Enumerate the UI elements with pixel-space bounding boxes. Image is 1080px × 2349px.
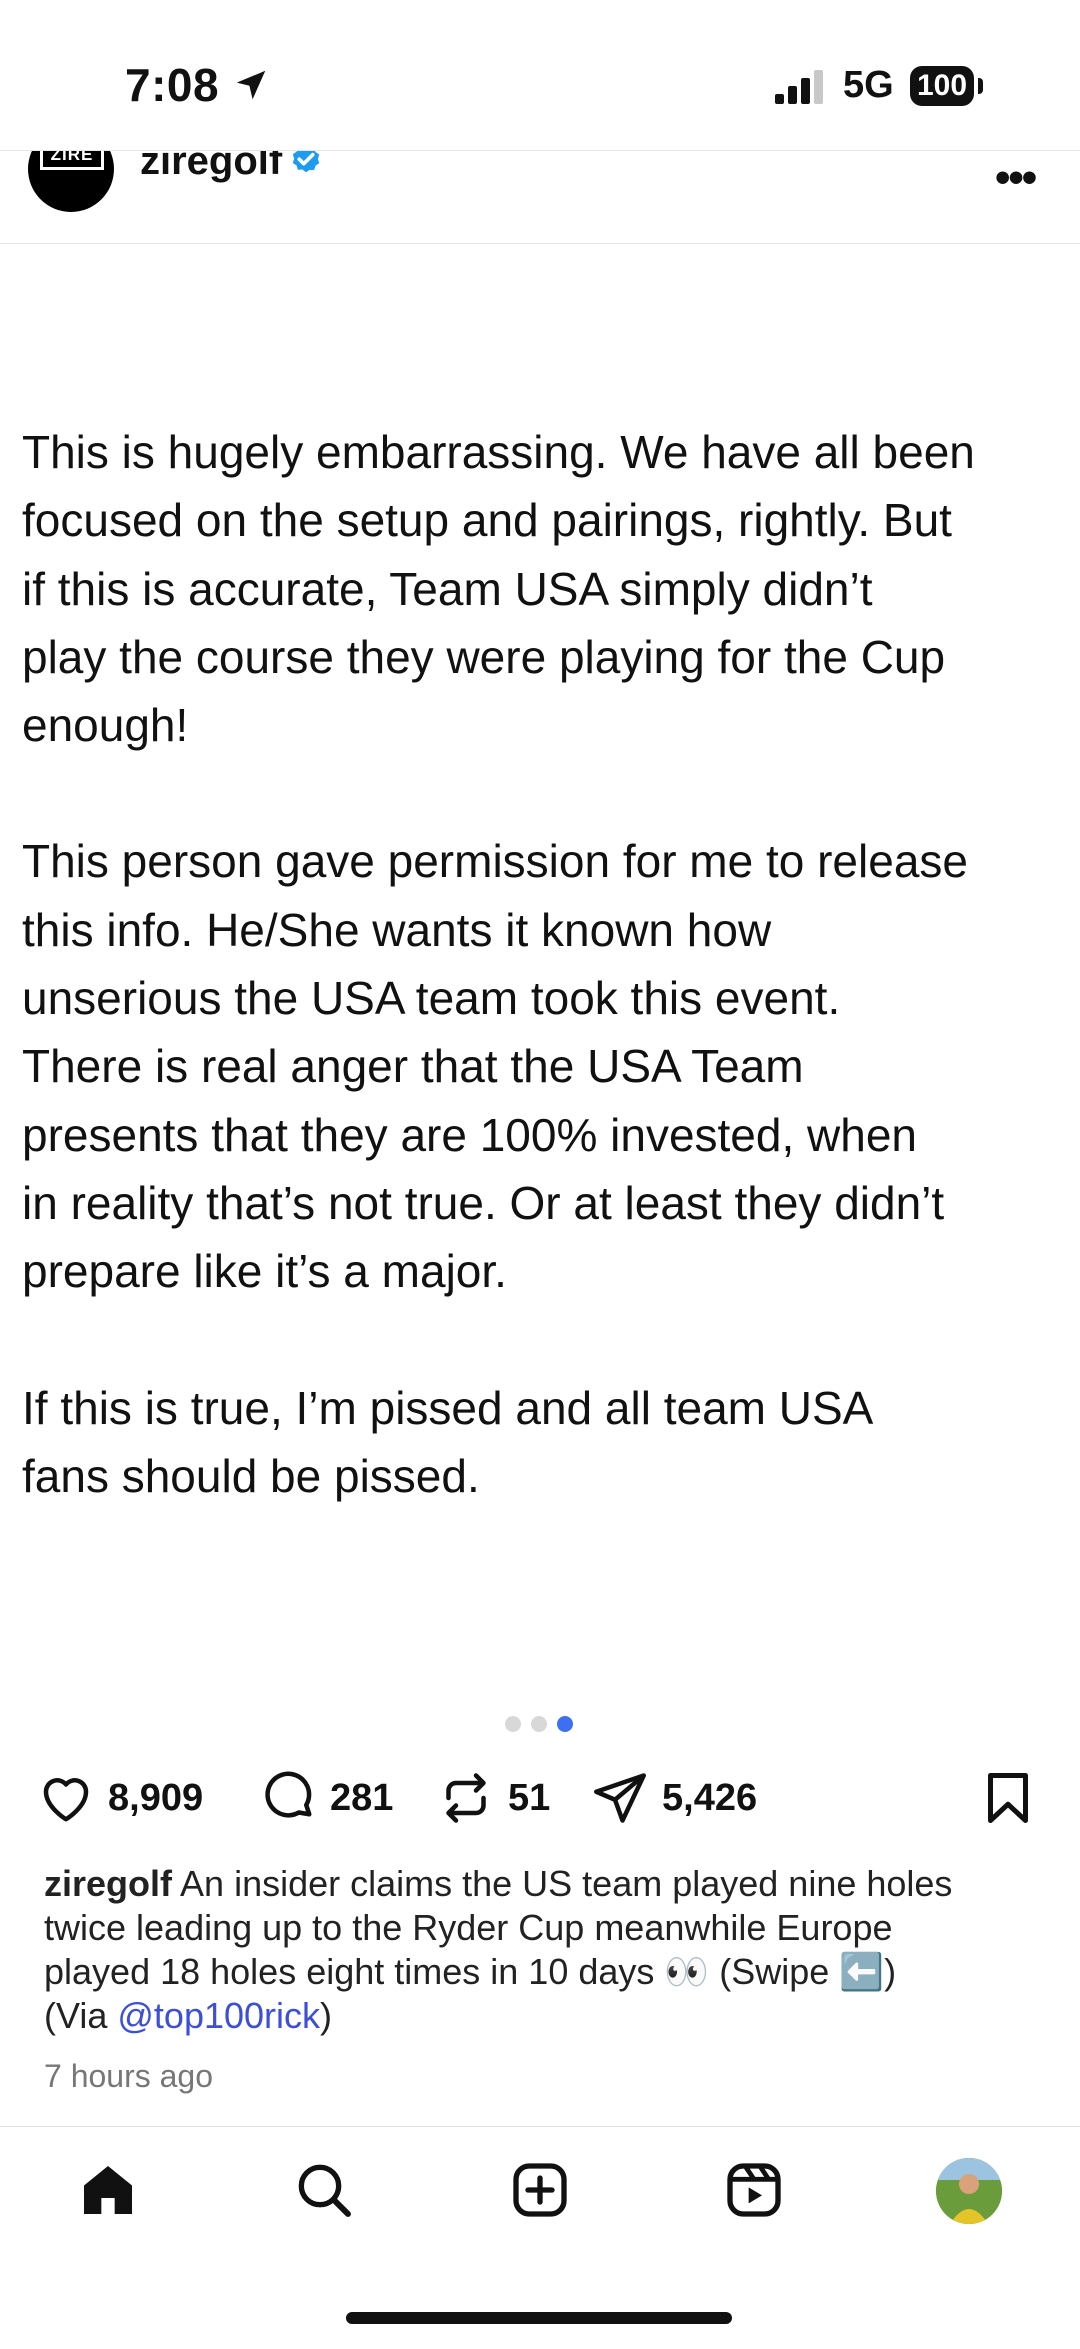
post-header: ZIRE ziregolf ••• [0, 150, 1080, 244]
home-icon[interactable] [76, 2158, 140, 2222]
location-arrow-icon [236, 70, 266, 100]
slide-paragraph: This is hugely embarrassing. We have all… [22, 426, 975, 752]
signal-icon [775, 70, 823, 104]
share-button[interactable]: 5,426 [590, 1770, 757, 1826]
caption-text: played 18 holes eight times in 10 days 👀… [44, 1951, 897, 1992]
author-username[interactable]: ziregolf [140, 151, 282, 184]
more-options-button[interactable]: ••• [995, 153, 1037, 203]
profile-avatar[interactable] [936, 2158, 1002, 2224]
heart-icon [43, 1778, 89, 1822]
battery-icon: 100 [910, 66, 974, 106]
verified-badge-icon [292, 151, 320, 173]
save-button[interactable] [978, 1770, 1038, 1826]
post-caption: ziregolf An insider claims the US team p… [44, 1862, 1034, 2038]
like-count: 8,909 [108, 1776, 204, 1819]
caption-text: twice leading up to the Ryder Cup meanwh… [44, 1907, 893, 1948]
repost-icon [446, 1773, 486, 1823]
caption-via-suffix: ) [320, 1995, 333, 2036]
battery-level: 100 [916, 69, 968, 102]
network-type: 5G [843, 64, 894, 106]
profile-photo [936, 2158, 1002, 2224]
status-bar: 7:08 5G 100 [0, 0, 1080, 165]
author-avatar[interactable]: ZIRE [28, 151, 114, 212]
post-timestamp: 7 hours ago [44, 2058, 214, 2094]
reels-icon[interactable] [722, 2158, 786, 2222]
like-button[interactable]: 8,909 [36, 1770, 203, 1826]
avatar-logo: ZIRE [40, 151, 104, 170]
slide-paragraph: If this is true, I’m pissed and all team… [22, 1381, 874, 1502]
status-time: 7:08 [125, 59, 220, 111]
share-count: 5,426 [662, 1776, 758, 1819]
comment-icon [265, 1771, 312, 1818]
repost-count: 51 [508, 1776, 551, 1819]
slide-paragraph: This person gave permission for me to re… [22, 835, 968, 1298]
caption-text: An insider claims the US team played nin… [180, 1863, 953, 1904]
comment-count: 281 [330, 1776, 394, 1819]
send-icon [594, 1773, 646, 1823]
comment-button[interactable]: 281 [258, 1770, 393, 1826]
bookmark-icon [988, 1773, 1028, 1823]
caption-username[interactable]: ziregolf [44, 1863, 172, 1904]
carousel-dot [505, 1716, 521, 1732]
carousel-dot-active [557, 1716, 573, 1732]
battery-nub [978, 78, 983, 94]
bottom-navigation [0, 2126, 1080, 2349]
mention-link[interactable]: @top100rick [117, 1995, 320, 2036]
home-indicator [346, 2312, 732, 2324]
search-icon[interactable] [292, 2158, 356, 2222]
carousel-slide[interactable]: This is hugely embarrassing. We have all… [22, 418, 1062, 1578]
caption-via-prefix: (Via [44, 1995, 118, 2036]
caption-via: (Via @top100rick) [44, 1994, 1034, 2038]
carousel-dot [531, 1716, 547, 1732]
repost-button[interactable]: 51 [436, 1770, 550, 1826]
create-post-icon[interactable] [508, 2158, 572, 2222]
